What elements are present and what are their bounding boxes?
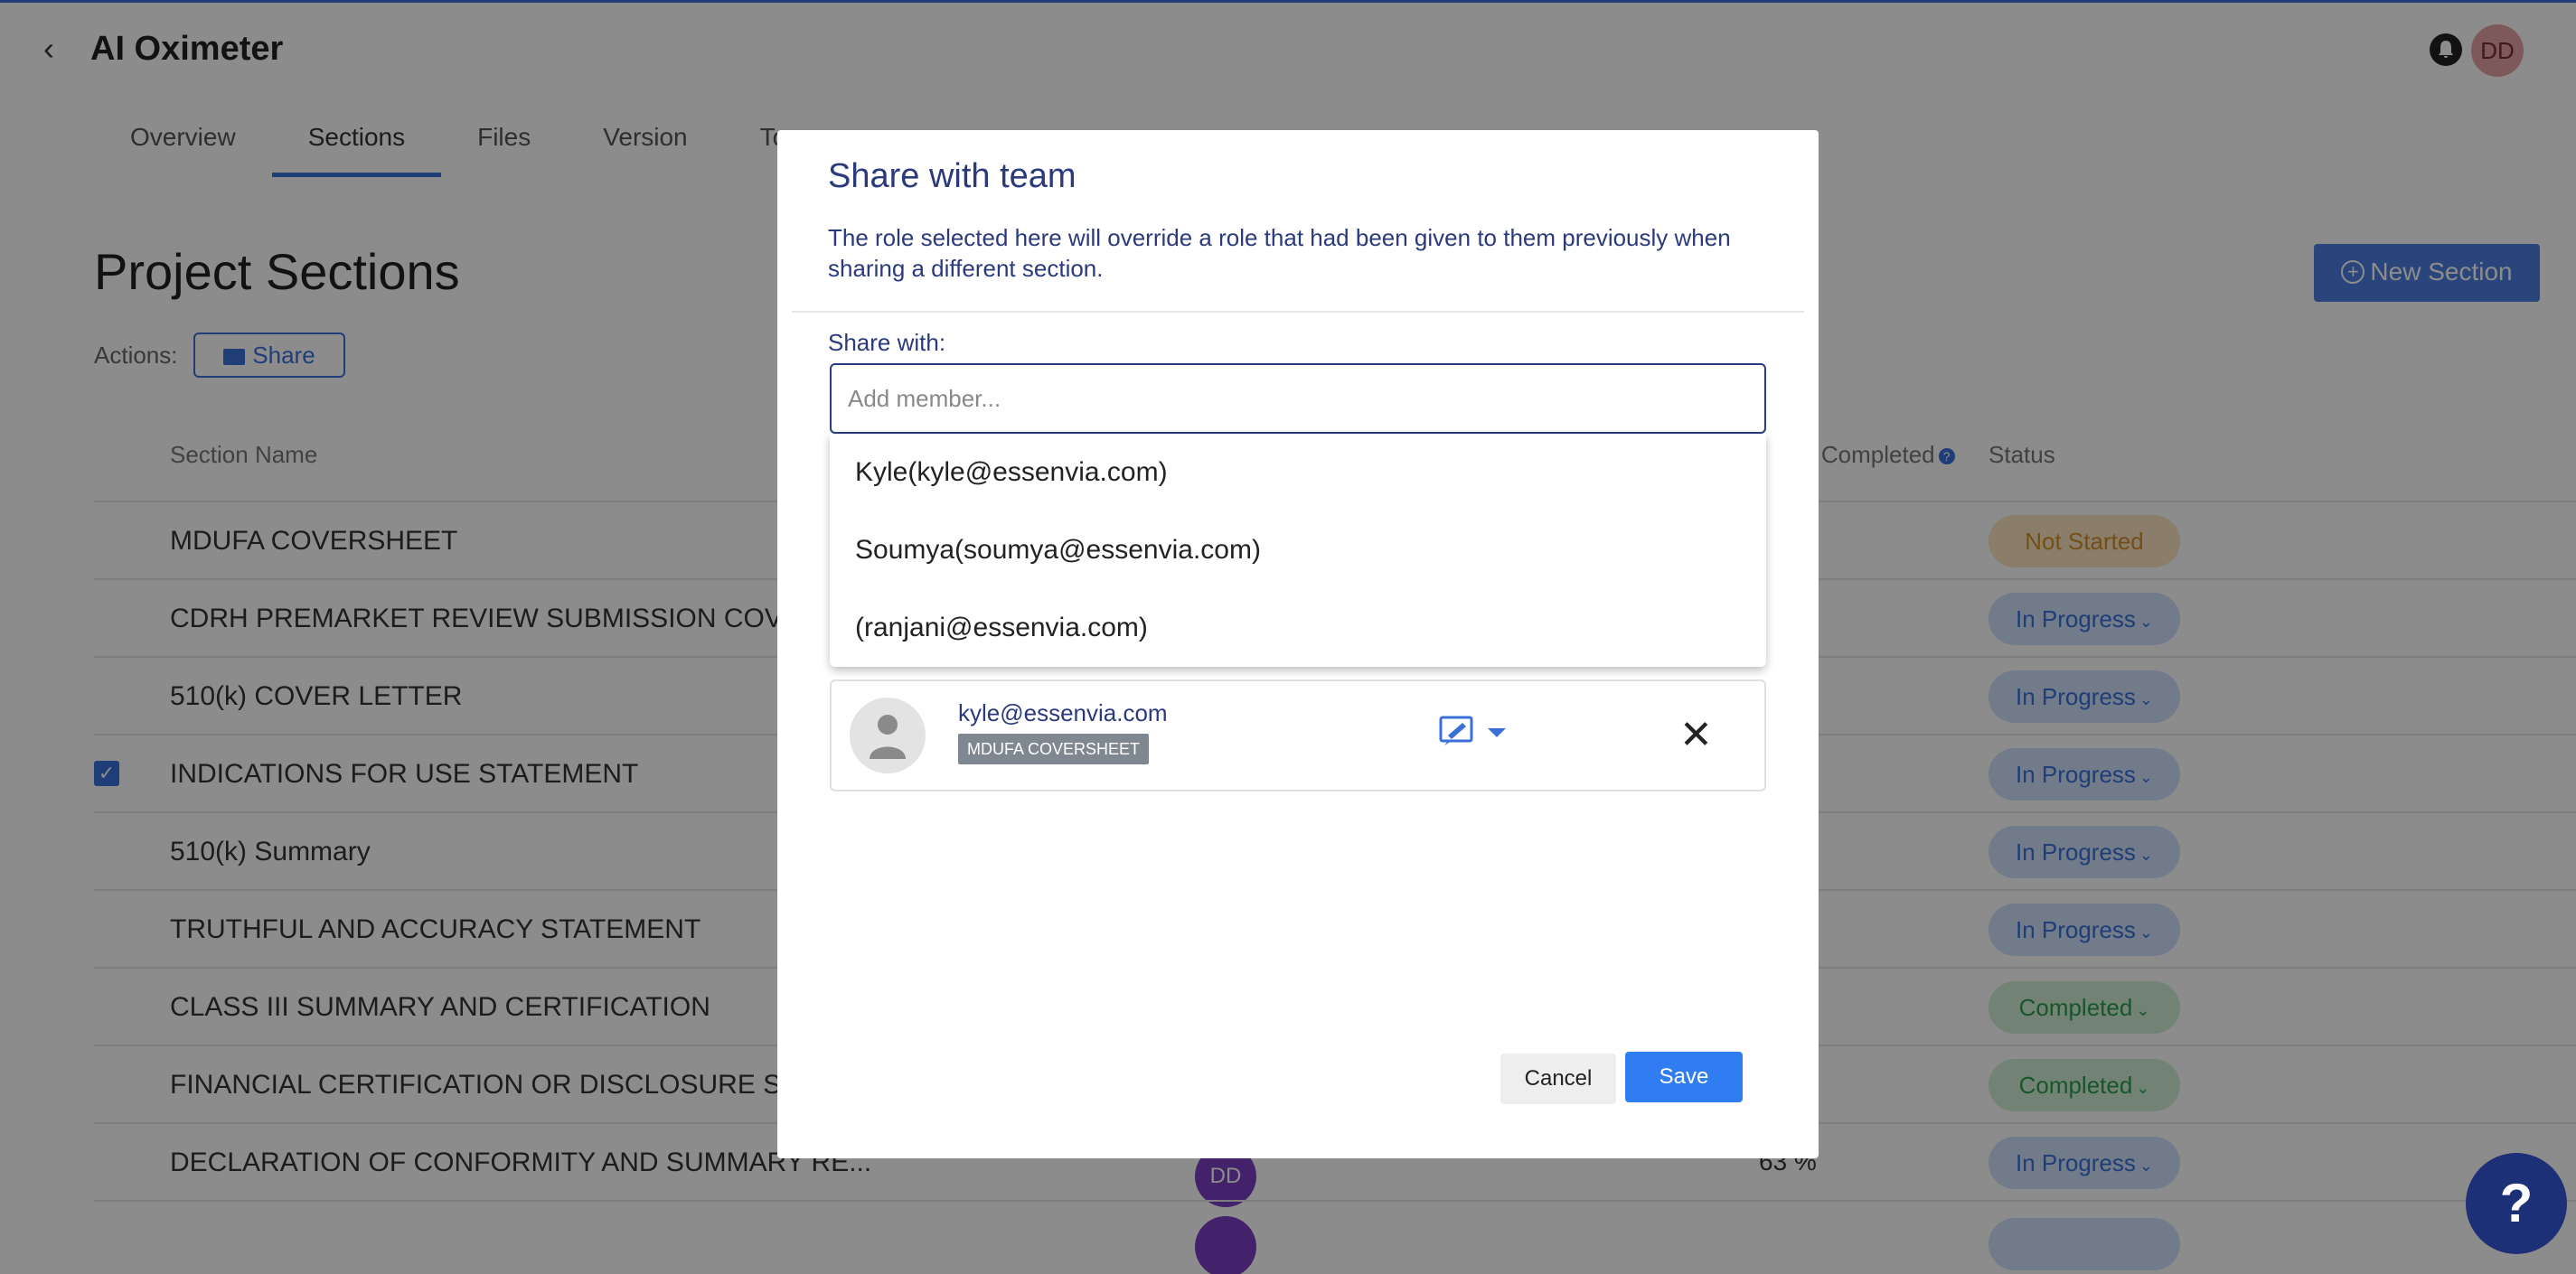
share-with-label: Share with: [828, 329, 946, 356]
member-suggestions-dropdown: Kyle(kyle@essenvia.com) Soumya(soumya@es… [830, 434, 1766, 667]
divider [792, 311, 1804, 313]
edit-icon[interactable] [1439, 716, 1475, 753]
shared-member-card: kyle@essenvia.com MDUFA COVERSHEET ✕ [830, 679, 1766, 792]
member-email: kyle@essenvia.com [958, 699, 1168, 726]
suggestion-item[interactable]: Kyle(kyle@essenvia.com) [855, 434, 1759, 511]
chevron-down-icon[interactable] [1488, 728, 1506, 737]
close-icon[interactable]: ✕ [1679, 716, 1713, 755]
suggestion-item[interactable]: (ranjani@essenvia.com) [855, 589, 1759, 667]
add-member-input[interactable] [830, 363, 1766, 434]
dialog-title: Share with team [828, 157, 1076, 195]
share-with-team-dialog: Share with team The role selected here w… [777, 130, 1819, 1158]
section-tag: MDUFA COVERSHEET [958, 734, 1150, 764]
person-icon [850, 698, 926, 773]
cancel-button[interactable]: Cancel [1500, 1054, 1616, 1104]
save-button[interactable]: Save [1625, 1052, 1743, 1102]
help-button[interactable]: ? [2466, 1153, 2567, 1254]
suggestion-item[interactable]: Soumya(soumya@essenvia.com) [855, 511, 1759, 589]
dialog-description: The role selected here will override a r… [828, 224, 1731, 282]
